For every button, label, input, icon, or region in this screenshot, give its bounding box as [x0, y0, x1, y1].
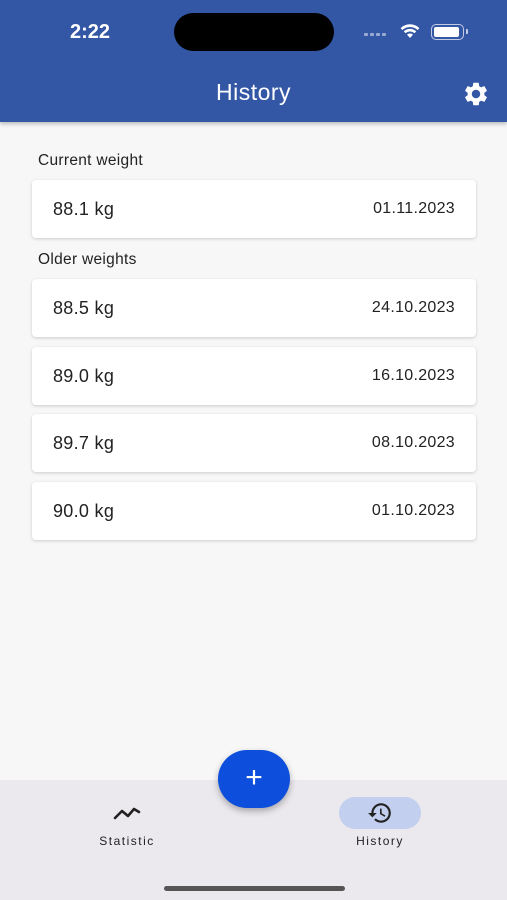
- cellular-signal-icon: [364, 33, 386, 36]
- older-weights-heading: Older weights: [38, 251, 137, 268]
- dynamic-island: [174, 13, 334, 51]
- nav-item-history[interactable]: History: [330, 797, 430, 848]
- nav-label: History: [356, 834, 404, 848]
- nav-item-statistic[interactable]: Statistic: [77, 797, 177, 848]
- nav-label: Statistic: [99, 834, 155, 848]
- weight-value: 88.1 kg: [53, 199, 115, 219]
- weight-date: 01.11.2023: [373, 200, 455, 217]
- current-weight-card[interactable]: 88.1 kg 01.11.2023: [32, 180, 476, 238]
- current-weight-heading: Current weight: [38, 152, 143, 169]
- status-time: 2:22: [70, 21, 111, 43]
- weight-entry-card[interactable]: 90.0 kg 01.10.2023: [32, 482, 476, 540]
- add-weight-button[interactable]: +: [218, 750, 290, 808]
- weight-date: 08.10.2023: [371, 434, 455, 451]
- nav-icon-container-active: [339, 797, 421, 829]
- plus-icon: +: [245, 761, 263, 794]
- weight-value: 90.0 kg: [53, 501, 115, 521]
- chart-line-icon: [113, 807, 141, 820]
- weight-entry-card[interactable]: 88.5 kg 24.10.2023: [32, 279, 476, 337]
- nav-icon-container: [86, 797, 168, 829]
- weight-entry-card[interactable]: 89.0 kg 16.10.2023: [32, 347, 476, 405]
- weight-date: 01.10.2023: [371, 502, 455, 519]
- weight-value: 89.0 kg: [53, 366, 115, 386]
- gear-icon[interactable]: [462, 80, 490, 108]
- weight-date: 16.10.2023: [371, 367, 455, 384]
- weight-value: 88.5 kg: [53, 298, 115, 318]
- history-icon: [368, 803, 391, 823]
- weight-entry-card[interactable]: 89.7 kg 08.10.2023: [32, 414, 476, 472]
- app-header: 2:22 History: [0, 0, 507, 122]
- battery-icon: [431, 24, 468, 40]
- home-indicator[interactable]: [164, 886, 345, 891]
- weight-value: 89.7 kg: [53, 433, 115, 453]
- wifi-icon: [400, 24, 420, 38]
- page-title: History: [215, 79, 292, 105]
- weight-date: 24.10.2023: [371, 299, 455, 316]
